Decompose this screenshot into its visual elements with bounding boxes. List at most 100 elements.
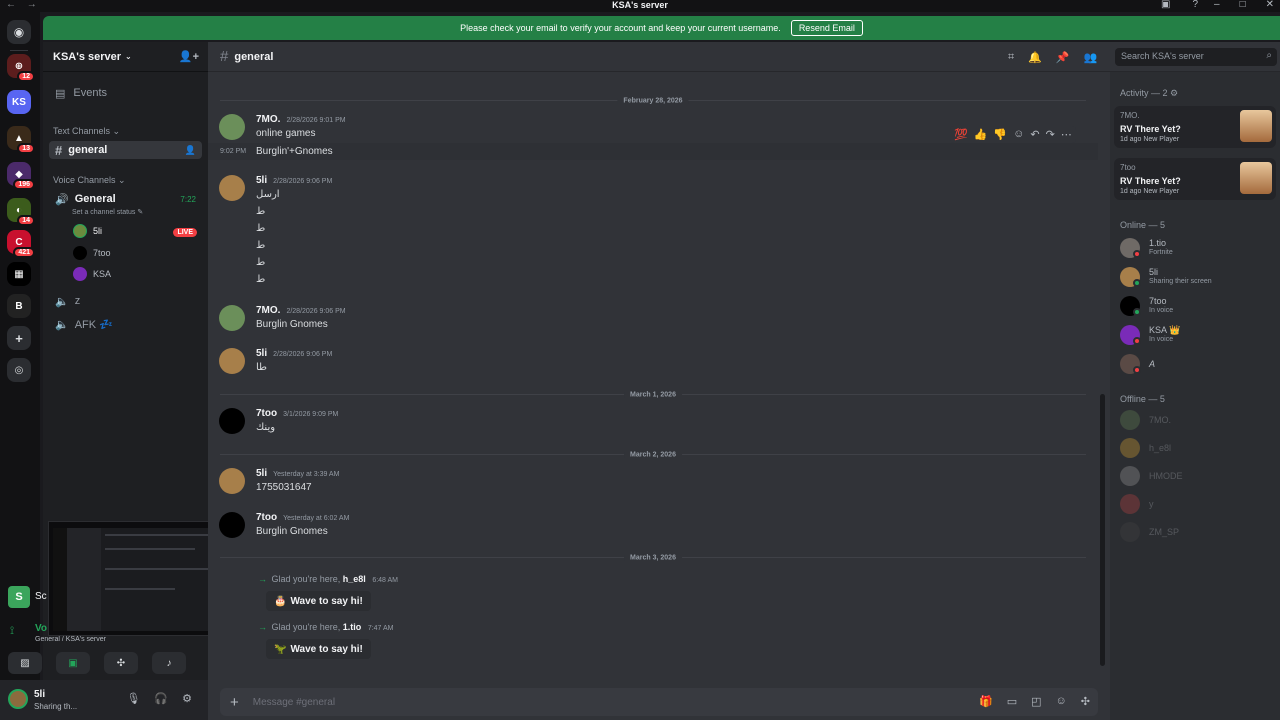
gift-icon[interactable]: 🎁 bbox=[979, 695, 993, 708]
apps-icon[interactable]: ✣ bbox=[1081, 695, 1090, 708]
voice-user[interactable]: 7too bbox=[73, 246, 111, 260]
member-item[interactable]: 5li Sharing their screen bbox=[1120, 265, 1276, 289]
discover-icon[interactable]: ◎ bbox=[7, 358, 31, 382]
avatar[interactable] bbox=[219, 175, 245, 201]
avatar[interactable] bbox=[219, 468, 245, 494]
channel-general[interactable]: # general 👤 bbox=[49, 141, 202, 159]
member-item[interactable]: KSA 👑 In voice bbox=[1120, 323, 1276, 347]
channel-status[interactable]: Set a channel status ✎ bbox=[72, 208, 143, 216]
wave-button[interactable]: 🎂 Wave to say hi! bbox=[266, 591, 371, 611]
camera-off-icon[interactable]: ▨ bbox=[8, 652, 42, 674]
bell-icon[interactable]: 🔔 bbox=[1028, 51, 1042, 64]
member-list-icon[interactable]: 👥 bbox=[1084, 51, 1098, 64]
game-thumbnail bbox=[1240, 162, 1272, 194]
voice-user[interactable]: KSA bbox=[73, 267, 111, 281]
member-item[interactable]: 7too In voice bbox=[1120, 294, 1276, 318]
add-server-icon[interactable]: + bbox=[7, 326, 31, 350]
threads-icon[interactable]: ⌗ bbox=[1008, 51, 1014, 64]
member-item[interactable]: HMODE bbox=[1120, 464, 1276, 488]
voice-user[interactable]: 5li bbox=[73, 224, 102, 238]
message-author[interactable]: 5li 2/28/2026 9:06 PM bbox=[256, 175, 332, 186]
avatar[interactable] bbox=[8, 689, 28, 709]
voice-channel-label: General bbox=[74, 193, 116, 205]
joined-user[interactable]: 1.tio bbox=[343, 622, 362, 632]
avatar[interactable] bbox=[219, 348, 245, 374]
help-icon[interactable]: ? bbox=[1192, 0, 1198, 10]
screen-share-icon[interactable]: ▣ bbox=[56, 652, 90, 674]
events-item[interactable]: ▤ Events bbox=[49, 84, 202, 102]
voice-channels-category[interactable]: Voice Channels ⌄ bbox=[53, 175, 126, 186]
thumbs-up-icon[interactable]: 👍 bbox=[974, 128, 988, 141]
message-author[interactable]: 5li 2/28/2026 9:06 PM bbox=[256, 348, 332, 359]
gif-icon[interactable]: ▭ bbox=[1007, 695, 1017, 708]
member-name: 7too bbox=[1149, 296, 1167, 306]
server-icon[interactable]: ⊕ 12 bbox=[7, 54, 35, 82]
pin-icon[interactable]: 📌 bbox=[1056, 51, 1070, 64]
joined-user[interactable]: h_e8l bbox=[343, 574, 366, 584]
server-icon[interactable]: B bbox=[7, 294, 31, 318]
server-icon[interactable]: ▦ bbox=[7, 262, 31, 286]
wave-sticker-icon: 🦖 bbox=[274, 643, 287, 655]
message-composer[interactable]: + Message #general 🎁 ▭ ◰ ☺ ✣ bbox=[220, 688, 1098, 716]
attach-plus-icon[interactable]: + bbox=[230, 694, 239, 711]
add-member-icon[interactable]: 👤 bbox=[185, 145, 196, 156]
message-author[interactable]: 7too Yesterday at 6:02 AM bbox=[256, 512, 349, 523]
microphone-icon[interactable]: 🎙 bbox=[126, 692, 140, 705]
member-item[interactable]: y bbox=[1120, 492, 1276, 516]
text-channels-category[interactable]: Text Channels ⌄ bbox=[53, 126, 120, 137]
avatar[interactable] bbox=[219, 408, 245, 434]
reaction-100-icon[interactable]: 💯 bbox=[954, 128, 968, 141]
close-button[interactable]: ✕ bbox=[1266, 0, 1274, 10]
member-item[interactable]: 7MO. bbox=[1120, 408, 1276, 432]
more-icon[interactable]: ⋯ bbox=[1061, 128, 1072, 141]
reply-icon[interactable]: ↶ bbox=[1030, 128, 1039, 141]
avatar[interactable] bbox=[219, 305, 245, 331]
forward-icon[interactable]: ↷ bbox=[1046, 128, 1055, 141]
member-item[interactable]: A bbox=[1120, 352, 1276, 376]
inbox-icon[interactable]: ▣ bbox=[1161, 0, 1170, 10]
add-reaction-icon[interactable]: ☺ bbox=[1013, 128, 1024, 141]
activity-card[interactable]: 7MO. RV There Yet? 1d ago New Player bbox=[1114, 106, 1276, 148]
voice-channel-afk[interactable]: 🔈 AFK 💤 bbox=[49, 315, 202, 333]
headphones-icon[interactable]: 🎧 bbox=[154, 692, 168, 705]
member-name: 5li bbox=[1149, 267, 1159, 277]
server-icon[interactable]: ◐ 14 bbox=[7, 198, 35, 226]
composer-placeholder: Message #general bbox=[252, 696, 336, 708]
maximize-button[interactable]: □ bbox=[1240, 0, 1246, 10]
message-author[interactable]: 5li Yesterday at 3:39 AM bbox=[256, 468, 339, 479]
server-icon-ksa[interactable]: KS bbox=[7, 90, 31, 114]
voice-channel-general[interactable]: 🔊 General 7:22 bbox=[49, 190, 202, 208]
gear-icon[interactable]: ⚙ bbox=[182, 692, 192, 705]
activities-icon[interactable]: ✣ bbox=[104, 652, 138, 674]
soundboard-icon[interactable]: ♪ bbox=[152, 652, 186, 674]
invite-people-icon[interactable]: 👤+ bbox=[179, 50, 199, 63]
server-icon[interactable]: ▲ 13 bbox=[7, 126, 35, 154]
member-item[interactable]: 1.tio Fortnite bbox=[1120, 236, 1276, 260]
emoji-icon[interactable]: ☺ bbox=[1056, 695, 1067, 708]
activity-card[interactable]: 7too RV There Yet? 1d ago New Player bbox=[1114, 158, 1276, 200]
message-author[interactable]: 7too 3/1/2026 9:09 PM bbox=[256, 408, 338, 419]
signal-icon[interactable]: ⟟ bbox=[10, 625, 14, 638]
wave-button[interactable]: 🦖 Wave to say hi! bbox=[266, 639, 371, 659]
message-author[interactable]: 7MO. 2/28/2026 9:06 PM bbox=[256, 305, 346, 316]
member-item[interactable]: ZM_SP bbox=[1120, 520, 1276, 544]
discord-home-icon[interactable]: ◉ bbox=[7, 20, 31, 44]
minimize-button[interactable]: – bbox=[1214, 0, 1220, 10]
avatar[interactable] bbox=[219, 114, 245, 140]
resend-email-button[interactable]: Resend Email bbox=[790, 20, 863, 36]
server-icon[interactable]: ◆ 196 bbox=[7, 162, 35, 190]
avatar[interactable] bbox=[219, 512, 245, 538]
game-thumbnail bbox=[1240, 110, 1272, 142]
member-item[interactable]: h_e8l bbox=[1120, 436, 1276, 460]
message-author[interactable]: 7MO. 2/28/2026 9:01 PM bbox=[256, 114, 346, 125]
server-icon[interactable]: C 421 bbox=[7, 230, 35, 258]
user-name[interactable]: 5li bbox=[34, 689, 45, 700]
sticker-icon[interactable]: ◰ bbox=[1031, 695, 1041, 708]
scrollbar[interactable] bbox=[1100, 394, 1105, 666]
thumbs-down-icon[interactable]: 👎 bbox=[993, 128, 1007, 141]
voice-channel-z[interactable]: 🔈 z bbox=[49, 292, 202, 310]
server-header[interactable]: KSA's server ⌄ 👤+ bbox=[43, 42, 208, 72]
search-input[interactable]: Search KSA's server ⌕ bbox=[1115, 48, 1277, 66]
avatar bbox=[73, 246, 87, 260]
voice-location[interactable]: General / KSA's server bbox=[35, 636, 106, 643]
